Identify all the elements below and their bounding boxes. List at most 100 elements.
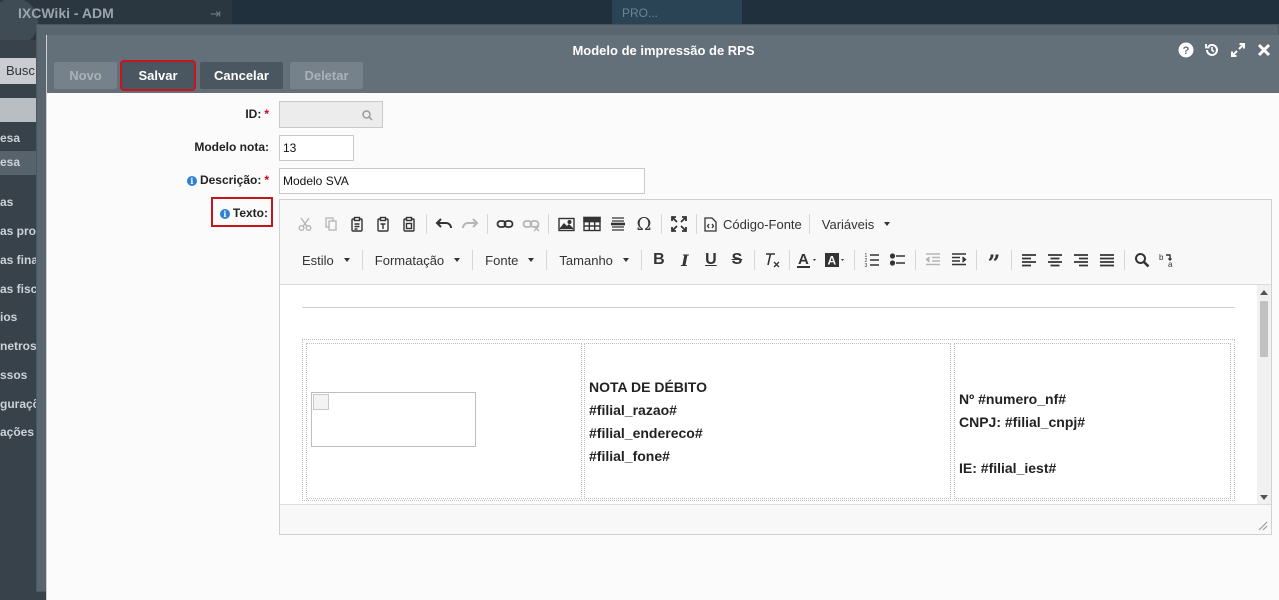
paste-word-icon[interactable]: [396, 212, 422, 236]
id-field[interactable]: [279, 101, 383, 128]
underline-icon[interactable]: U: [698, 248, 724, 272]
deletar-button[interactable]: Deletar: [290, 62, 363, 89]
required-marker: *: [264, 173, 269, 187]
descricao-label-row: i Descrição: *: [47, 173, 269, 189]
variables-dropdown[interactable]: Variáveis: [814, 212, 899, 236]
chevron-down-icon: [884, 222, 891, 226]
numbered-list-icon[interactable]: 123: [859, 248, 885, 272]
unlink-icon[interactable]: [518, 212, 544, 236]
invoice-info-cell: Nº #numero_nf# CNPJ: #filial_cnpj# IE: #…: [954, 343, 1231, 499]
size-dropdown[interactable]: Tamanho: [551, 248, 636, 272]
bold-icon[interactable]: B: [646, 248, 672, 272]
toolbar-separator: [1010, 250, 1012, 270]
search-icon[interactable]: [362, 110, 373, 121]
bulleted-list-icon[interactable]: [885, 248, 911, 272]
doc-line: #filial_endereco#: [589, 425, 703, 441]
svg-text:b: b: [1159, 253, 1164, 262]
app-title: IXCWiki - ADM: [18, 5, 114, 21]
cancelar-button[interactable]: Cancelar: [200, 62, 283, 89]
info-icon[interactable]: i: [186, 176, 197, 186]
font-label: Fonte: [485, 252, 519, 268]
table-icon[interactable]: [579, 212, 605, 236]
align-justify-icon[interactable]: [1094, 248, 1120, 272]
toolbar-separator: [853, 250, 855, 270]
close-icon[interactable]: [1254, 40, 1274, 60]
dialog-title: Modelo de impressão de RPS: [572, 43, 755, 58]
required-marker: *: [264, 107, 269, 121]
descricao-label: i Descrição: *: [186, 173, 269, 187]
doc-line: IE: #filial_iest#: [959, 460, 1057, 476]
blockquote-icon[interactable]: ”: [981, 248, 1007, 275]
help-icon[interactable]: ?: [1176, 40, 1196, 60]
descricao-field[interactable]: Modelo SVA: [279, 168, 645, 194]
source-code-button[interactable]: Código-Fonte: [701, 212, 805, 236]
outdent-icon[interactable]: [920, 248, 946, 272]
info-icon[interactable]: i: [219, 209, 230, 219]
variables-label: Variáveis: [821, 216, 875, 232]
svg-text:?: ?: [1183, 45, 1190, 57]
align-right-icon[interactable]: [1068, 248, 1094, 272]
copy-icon[interactable]: [318, 212, 344, 236]
toolbar-separator: [808, 214, 810, 234]
format-dropdown[interactable]: Formatação: [367, 248, 468, 272]
text-color-icon[interactable]: A: [794, 248, 822, 272]
modelo-nota-label: Modelo nota:: [194, 140, 269, 154]
toolbar-separator: [914, 250, 916, 270]
style-dropdown[interactable]: Estilo: [294, 248, 358, 272]
size-label: Tamanho: [559, 252, 613, 268]
paste-icon[interactable]: [344, 212, 370, 236]
modelo-nota-label-row: Modelo nota:: [47, 140, 269, 156]
italic-icon[interactable]: I: [672, 248, 698, 272]
image-icon[interactable]: [553, 212, 579, 236]
logo-cell: [306, 343, 582, 499]
undo-icon[interactable]: [431, 212, 457, 236]
align-left-icon[interactable]: [1016, 248, 1042, 272]
toolbar-separator: [426, 214, 427, 234]
svg-text:3: 3: [864, 263, 867, 268]
logout-icon[interactable]: ⇥: [210, 6, 221, 22]
broken-image-placeholder: [311, 392, 476, 447]
toolbar-separator: [661, 214, 662, 234]
strikethrough-icon[interactable]: S: [724, 248, 750, 272]
background-color-icon[interactable]: A: [822, 248, 850, 272]
id-label: ID: *: [245, 107, 269, 121]
paste-text-icon[interactable]: [370, 212, 396, 236]
font-dropdown[interactable]: Fonte: [477, 248, 542, 272]
rps-print-model-dialog: Modelo de impressão de RPS ? Novo Salvar…: [46, 35, 1279, 600]
cut-icon[interactable]: [292, 212, 318, 236]
rich-text-editor: Ω Código-Fonte Variáveis Estilo Formataç…: [279, 199, 1272, 535]
resize-grip-icon[interactable]: [1258, 521, 1268, 531]
doc-title: NOTA DE DÉBITO: [589, 379, 707, 395]
link-icon[interactable]: [492, 212, 518, 236]
novo-button[interactable]: Novo: [54, 62, 117, 89]
scroll-up-icon[interactable]: [1260, 290, 1268, 295]
editor-content[interactable]: NOTA DE DÉBITO #filial_razao# #filial_en…: [280, 284, 1271, 504]
replace-icon[interactable]: ba: [1155, 248, 1181, 272]
toolbar-separator: [640, 250, 642, 270]
id-label-row: ID: *: [47, 107, 269, 123]
expand-icon[interactable]: [1228, 40, 1248, 60]
editor-statusbar: [280, 504, 1271, 534]
horizontal-line-icon[interactable]: [605, 212, 631, 236]
toolbar-separator: [975, 250, 977, 270]
indent-icon[interactable]: [946, 248, 972, 272]
editor-toolbar-row-1: Ω Código-Fonte Variáveis: [280, 206, 1271, 242]
editor-scrollbar[interactable]: [1257, 285, 1271, 504]
modelo-nota-field[interactable]: 13: [279, 135, 354, 161]
align-center-icon[interactable]: [1042, 248, 1068, 272]
special-char-icon[interactable]: Ω: [631, 212, 657, 236]
maximize-icon[interactable]: [666, 212, 692, 236]
remove-format-icon[interactable]: [759, 248, 785, 272]
source-code-icon: [704, 216, 717, 232]
chevron-down-icon: [343, 258, 350, 262]
scroll-down-icon[interactable]: [1260, 495, 1268, 500]
chevron-down-icon: [528, 258, 535, 262]
scrollbar-thumb[interactable]: [1260, 301, 1268, 357]
find-icon[interactable]: [1129, 248, 1155, 272]
salvar-button[interactable]: Salvar: [120, 60, 196, 91]
history-icon[interactable]: [1202, 40, 1222, 60]
doc-line: Nº #numero_nf#: [959, 391, 1067, 407]
redo-icon[interactable]: [457, 212, 483, 236]
horizontal-rule: [302, 307, 1235, 308]
texto-label-row: i Texto:: [47, 206, 268, 222]
